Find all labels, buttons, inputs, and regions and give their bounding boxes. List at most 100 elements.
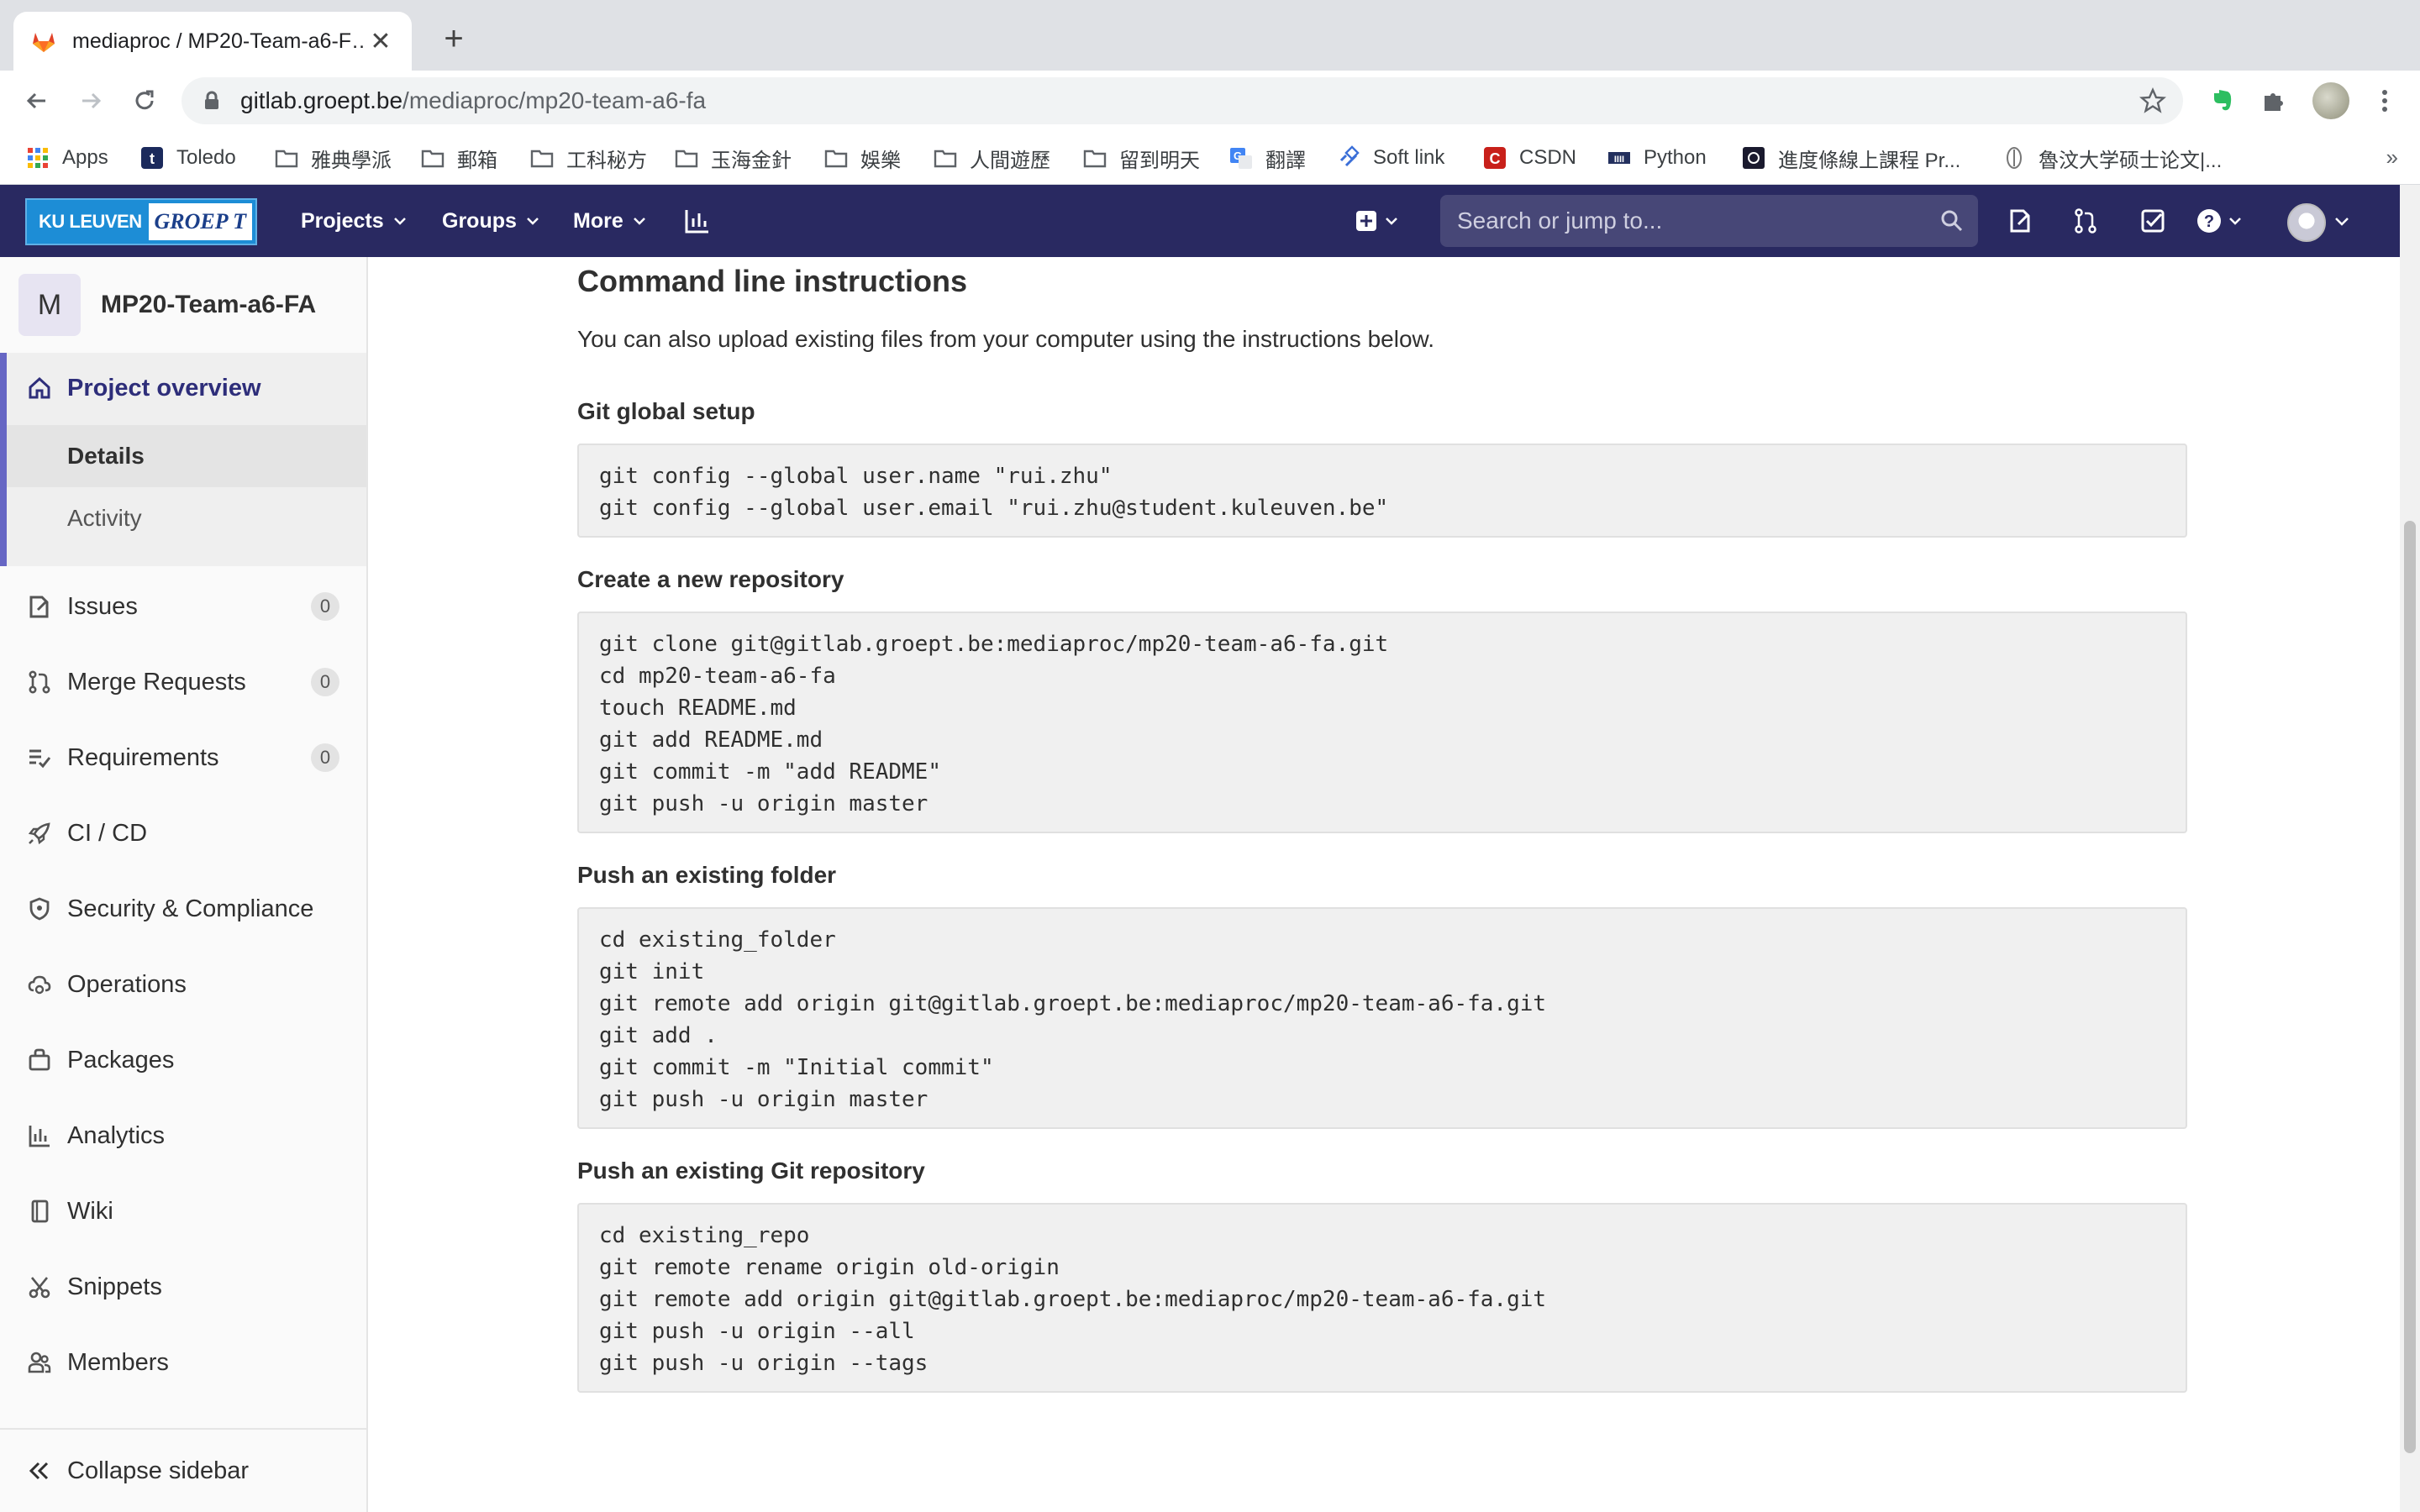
sidebar-item-operations[interactable]: Operations xyxy=(0,951,366,1018)
bookmark-label: Apps xyxy=(62,146,108,169)
home-icon xyxy=(25,374,54,402)
sidebar-item-issues[interactable]: Issues 0 xyxy=(0,573,366,640)
nav-projects-dropdown[interactable]: Projects xyxy=(301,185,408,257)
global-search[interactable] xyxy=(1440,195,1978,247)
bookmark-item[interactable]: t Toledo xyxy=(139,143,236,173)
project-name: MP20-Team-a6-FA xyxy=(101,291,317,318)
translate-icon: G xyxy=(1228,145,1254,171)
address-bar[interactable]: gitlab.groept.be/mediaproc/mp20-team-a6-… xyxy=(182,77,2183,124)
extensions-puzzle-icon[interactable] xyxy=(2257,84,2291,118)
forward-arrow-icon[interactable] xyxy=(74,84,108,118)
count-badge: 0 xyxy=(311,743,339,772)
tab-title: mediaproc / MP20-Team-a6-F… xyxy=(72,29,366,53)
sidebar-item-analytics[interactable]: Analytics xyxy=(0,1102,366,1169)
profile-avatar-icon[interactable] xyxy=(2311,81,2351,121)
sidebar-item-label: Snippets xyxy=(67,1273,162,1300)
intro-text: You can also upload existing files from … xyxy=(577,326,1434,352)
python-icon: IIII xyxy=(1607,145,1632,171)
chevron-down-icon[interactable] xyxy=(2331,204,2353,238)
back-arrow-icon[interactable] xyxy=(20,84,54,118)
todo-checkbox-icon[interactable] xyxy=(2136,204,2170,238)
kuleuven-groept-logo[interactable]: KU LEUVEN GROEP T xyxy=(25,198,257,245)
bookmark-item[interactable]: 雅典學派 xyxy=(274,143,392,173)
bookmark-item[interactable]: 工科秘方 xyxy=(529,143,647,173)
sidebar-item-members[interactable]: Members xyxy=(0,1329,366,1396)
push-repo-code[interactable]: cd existing_repo git remote rename origi… xyxy=(577,1203,2187,1393)
cloud-gear-icon xyxy=(25,970,54,999)
bookmark-item[interactable]: 玉海金針 xyxy=(674,143,792,173)
nav-more-label: More xyxy=(573,208,623,233)
project-header[interactable]: M MP20-Team-a6-FA xyxy=(0,257,366,353)
sidebar-item-packages[interactable]: Packages xyxy=(0,1026,366,1094)
count-badge: 0 xyxy=(311,668,339,696)
sidebar-item-ci-cd[interactable]: CI / CD xyxy=(0,800,366,867)
issues-todo-icon[interactable] xyxy=(2003,204,2037,238)
bookmark-item[interactable]: 進度條線上課程 Pr... xyxy=(1741,143,1960,173)
bookmark-star-icon[interactable] xyxy=(2139,87,2166,114)
bookmark-item[interactable]: G 翻譯 xyxy=(1228,143,1306,173)
bookmark-label: 郵箱 xyxy=(457,149,497,172)
git-global-setup-heading: Git global setup xyxy=(577,398,755,424)
sidebar-item-wiki[interactable]: Wiki xyxy=(0,1178,366,1245)
sidebar-item-label: CI / CD xyxy=(67,819,148,847)
sidebar-item-label: Members xyxy=(67,1348,169,1376)
browser-menu-icon[interactable] xyxy=(2368,84,2402,118)
sidebar-subitem-label: Details xyxy=(67,443,145,469)
tab-close-icon[interactable]: ✕ xyxy=(366,27,395,55)
folder-icon xyxy=(420,145,445,171)
bookmarks-overflow-button[interactable]: » xyxy=(2386,144,2398,171)
new-tab-button[interactable]: + xyxy=(437,20,471,57)
search-input[interactable] xyxy=(1455,207,1929,235)
reload-icon[interactable] xyxy=(128,84,161,118)
collapse-sidebar-label: Collapse sidebar xyxy=(67,1457,250,1484)
sidebar-item-snippets[interactable]: Snippets xyxy=(0,1253,366,1320)
activity-chart-icon[interactable] xyxy=(681,204,714,238)
sidebar-item-project-overview[interactable]: Project overview xyxy=(0,354,366,422)
nav-groups-dropdown[interactable]: Groups xyxy=(442,185,540,257)
bookmark-item[interactable]: Apps xyxy=(25,143,108,173)
browser-toolbar: gitlab.groept.be/mediaproc/mp20-team-a6-… xyxy=(0,71,2420,131)
scrollbar-thumb[interactable] xyxy=(2404,521,2416,1453)
page-scrollbar[interactable] xyxy=(2400,185,2420,1512)
bookmark-item[interactable]: C CSDN xyxy=(1482,143,1576,173)
browser-tabstrip: mediaproc / MP20-Team-a6-F… ✕ + xyxy=(0,0,2420,71)
sidebar-item-security-compliance[interactable]: Security & Compliance xyxy=(0,875,366,942)
git-global-setup-code[interactable]: git config --global user.name "rui.zhu" … xyxy=(577,444,2187,538)
bookmark-label: Python xyxy=(1644,146,1707,169)
bookmark-label: Soft link xyxy=(1373,146,1445,169)
bookmark-item[interactable]: 魯汶大学硕士论文|... xyxy=(2002,143,2222,173)
user-avatar[interactable] xyxy=(2287,203,2326,242)
bookmark-label: 留到明天 xyxy=(1119,149,1200,172)
sidebar-item-label: Operations xyxy=(67,970,187,998)
new-item-plus-dropdown[interactable] xyxy=(1355,204,1405,238)
bookmark-item[interactable]: 人間遊歷 xyxy=(933,143,1050,173)
sidebar-subitem-activity[interactable]: Activity xyxy=(7,487,366,549)
users-icon xyxy=(25,1348,54,1377)
nav-more-dropdown[interactable]: More xyxy=(573,185,647,257)
sidebar-subitem-details[interactable]: Details xyxy=(7,425,366,487)
url-text: gitlab.groept.be/mediaproc/mp20-team-a6-… xyxy=(240,87,707,113)
bookmark-label: 工科秘方 xyxy=(566,149,647,172)
push-folder-code[interactable]: cd existing_folder git init git remote a… xyxy=(577,907,2187,1129)
bookmark-item[interactable]: IIII Python xyxy=(1607,143,1707,173)
bookmark-item[interactable]: Soft link xyxy=(1336,143,1444,173)
evernote-extension-icon[interactable] xyxy=(2205,84,2238,118)
bookmark-label: 進度條線上課程 Pr... xyxy=(1778,149,1961,172)
sidebar-item-label: Wiki xyxy=(67,1197,113,1225)
sidebar-subitem-label: Activity xyxy=(67,505,142,531)
sidebar-item-requirements[interactable]: Requirements 0 xyxy=(0,724,366,791)
bookmark-item[interactable]: 娛樂 xyxy=(823,143,901,173)
bookmark-item[interactable]: 留到明天 xyxy=(1082,143,1200,173)
bookmark-item[interactable]: 郵箱 xyxy=(420,143,497,173)
create-repo-code[interactable]: git clone git@gitlab.groept.be:mediaproc… xyxy=(577,612,2187,833)
bookmark-label: 娛樂 xyxy=(860,149,901,172)
help-dropdown[interactable]: ? xyxy=(2196,204,2250,238)
browser-tab-active[interactable]: mediaproc / MP20-Team-a6-F… ✕ xyxy=(13,12,412,71)
lock-icon xyxy=(205,91,218,109)
collapse-sidebar-button[interactable]: Collapse sidebar xyxy=(0,1428,366,1512)
sidebar-item-label: Merge Requests xyxy=(67,668,246,696)
merge-requests-icon[interactable] xyxy=(2069,204,2102,238)
svg-text:IIII: IIII xyxy=(1614,155,1624,165)
sidebar-item-merge-requests[interactable]: Merge Requests 0 xyxy=(0,648,366,716)
csdn-icon: C xyxy=(1482,145,1507,171)
